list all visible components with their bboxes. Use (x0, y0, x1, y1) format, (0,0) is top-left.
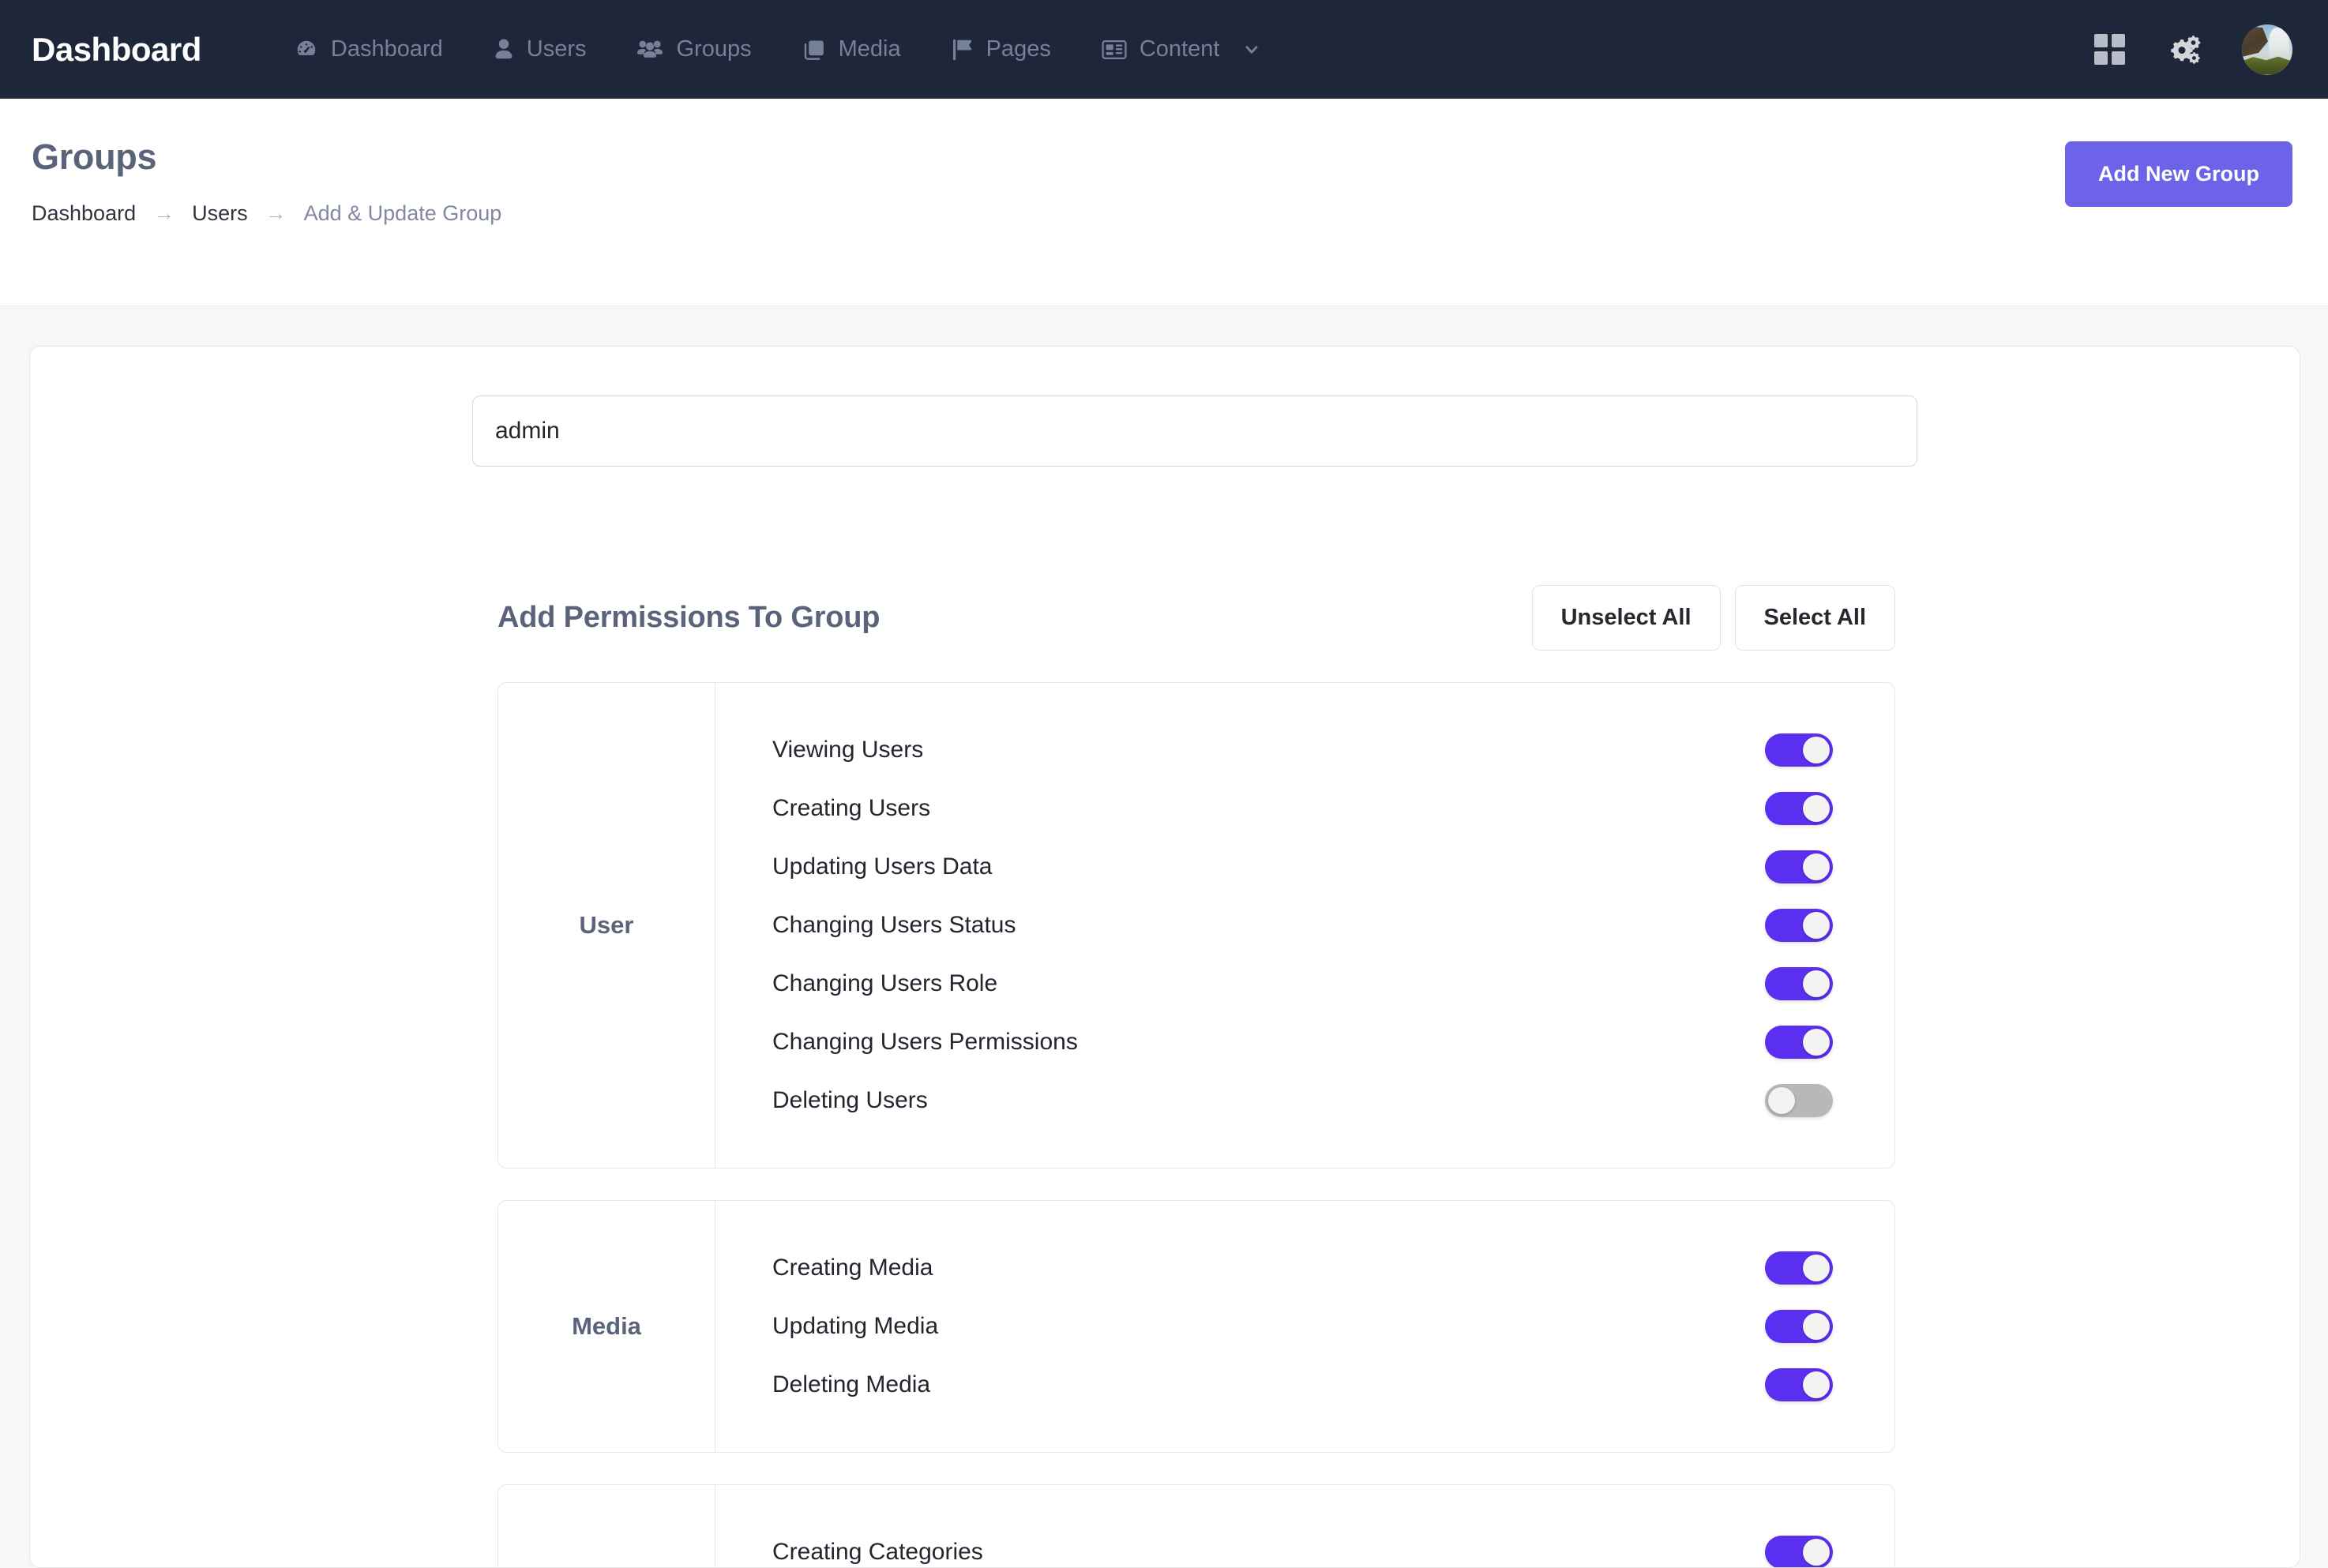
permission-label: Changing Users Role (772, 970, 998, 996)
permissions-actions: Unselect All Select All (1531, 585, 1895, 651)
permission-toggle[interactable] (1765, 1310, 1833, 1343)
permission-label: Creating Users (772, 795, 931, 821)
chevron-down-icon (1243, 41, 1260, 58)
permission-group-media: Media Creating Media Updating Media Dele… (498, 1200, 1895, 1453)
permission-label: Creating Media (772, 1255, 933, 1281)
permission-toggle[interactable] (1765, 1251, 1833, 1285)
permission-toggle[interactable] (1765, 1026, 1833, 1059)
permission-toggle[interactable] (1765, 792, 1833, 825)
nav-item-label: Users (526, 36, 587, 62)
permission-row: Creating Users (715, 779, 1894, 838)
permission-group-name-cell: Media (498, 1201, 715, 1452)
page-title: Groups (32, 137, 157, 177)
nav-item-label: Dashboard (330, 36, 443, 62)
group-form-card: Add Permissions To Group Unselect All Se… (29, 346, 2300, 1568)
permission-label: Creating Categories (772, 1539, 983, 1565)
users-group-icon (636, 38, 663, 62)
nav-item-media[interactable]: Media (777, 28, 926, 70)
permission-label: Deleting Media (772, 1371, 931, 1397)
unselect-all-button[interactable]: Unselect All (1531, 585, 1721, 651)
avatar[interactable] (2242, 24, 2292, 75)
select-all-button[interactable]: Select All (1734, 585, 1895, 651)
permission-label: Viewing Users (772, 737, 924, 763)
permission-label: Deleting Users (772, 1087, 928, 1113)
primary-nav: Dashboard Users Groups Media Pages Conte… (269, 28, 1286, 70)
permission-group-name: User (579, 911, 634, 939)
permission-toggle[interactable] (1765, 1084, 1833, 1117)
nav-item-pages[interactable]: Pages (926, 28, 1076, 70)
permissions-title: Add Permissions To Group (498, 601, 881, 634)
top-navbar: Dashboard Dashboard Users Groups Media P… (0, 0, 2328, 99)
breadcrumb-item-users[interactable]: Users (192, 201, 248, 226)
nav-item-users[interactable]: Users (468, 28, 612, 70)
image-icon (802, 38, 826, 62)
permission-label: Changing Users Permissions (772, 1029, 1078, 1055)
permission-row: Updating Media (715, 1297, 1894, 1356)
permission-toggle[interactable] (1765, 967, 1833, 1000)
permission-row: Changing Users Permissions (715, 1013, 1894, 1071)
permission-row: Changing Users Role (715, 955, 1894, 1013)
gears-icon[interactable] (2166, 34, 2201, 66)
permission-toggle[interactable] (1765, 1368, 1833, 1401)
group-name-input[interactable] (472, 396, 1917, 467)
nav-item-label: Groups (676, 36, 752, 62)
user-icon (494, 38, 514, 62)
permission-row: Deleting Media (715, 1356, 1894, 1414)
permission-row: Deleting Users (715, 1071, 1894, 1130)
permission-row: Creating Media (715, 1239, 1894, 1297)
breadcrumb-item-dashboard[interactable]: Dashboard (32, 201, 136, 226)
page-body: Add Permissions To Group Unselect All Se… (0, 306, 2328, 1568)
permission-row: Viewing Users (715, 721, 1894, 779)
permissions-header: Add Permissions To Group Unselect All Se… (498, 585, 1895, 651)
newspaper-icon (1102, 39, 1127, 61)
brand-logo[interactable]: Dashboard (32, 31, 201, 69)
breadcrumb-separator: → (153, 201, 175, 225)
permission-toggle[interactable] (1765, 733, 1833, 767)
nav-item-label: Media (838, 36, 901, 62)
permission-toggle[interactable] (1765, 909, 1833, 942)
permission-rows: Creating Media Updating Media Deleting M… (715, 1201, 1894, 1452)
page-header-left: Groups Dashboard → Users → Add & Update … (32, 137, 501, 226)
permission-label: Changing Users Status (772, 912, 1016, 938)
permission-group-categories: Creating Categories (498, 1484, 1895, 1567)
page-header: Groups Dashboard → Users → Add & Update … (0, 99, 2328, 306)
permission-group-user: User Viewing Users Creating Users Updati… (498, 682, 1895, 1168)
permission-rows: Creating Categories (715, 1485, 1894, 1567)
permission-label: Updating Users Data (772, 853, 993, 880)
breadcrumb-separator: → (265, 201, 287, 225)
permissions-section: Add Permissions To Group Unselect All Se… (472, 585, 1917, 1567)
nav-item-dashboard[interactable]: Dashboard (269, 28, 468, 70)
permission-group-name-cell: User (498, 683, 715, 1168)
nav-item-content[interactable]: Content (1076, 28, 1286, 70)
breadcrumb: Dashboard → Users → Add & Update Group (32, 201, 501, 226)
navbar-right-actions (2094, 24, 2292, 75)
grid-apps-icon[interactable] (2094, 34, 2125, 65)
add-new-group-button[interactable]: Add New Group (2065, 141, 2292, 207)
permission-rows: Viewing Users Creating Users Updating Us… (715, 683, 1894, 1168)
form-inner (472, 396, 1917, 467)
permission-row: Changing Users Status (715, 896, 1894, 955)
nav-item-label: Content (1139, 36, 1220, 62)
group-name-field-wrap (472, 396, 1917, 467)
permission-row: Updating Users Data (715, 838, 1894, 896)
permission-group-name-cell (498, 1485, 715, 1567)
gauge-icon (295, 38, 318, 62)
permission-row: Creating Categories (715, 1523, 1894, 1567)
permission-toggle[interactable] (1765, 1536, 1833, 1567)
nav-item-label: Pages (986, 36, 1051, 62)
nav-item-groups[interactable]: Groups (611, 28, 776, 70)
permission-label: Updating Media (772, 1313, 939, 1339)
permission-toggle[interactable] (1765, 850, 1833, 883)
flag-icon (952, 38, 974, 62)
breadcrumb-item-current: Add & Update Group (303, 201, 502, 225)
permission-group-name: Media (572, 1312, 641, 1340)
